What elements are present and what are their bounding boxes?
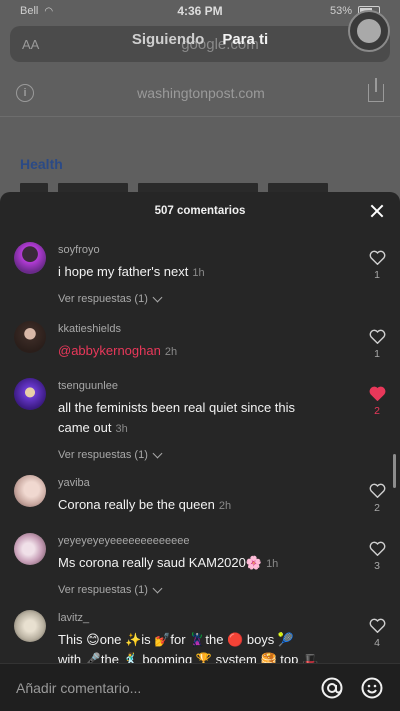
- chevron-down-icon: [152, 292, 163, 302]
- comment-text-line: all the feminists been real quiet since …: [58, 400, 296, 415]
- comment-username[interactable]: soyfroyo: [58, 244, 100, 256]
- heart-icon: [369, 483, 385, 498]
- like-count: 2: [374, 502, 380, 514]
- avatar[interactable]: [14, 533, 46, 565]
- comment-username[interactable]: lavitz_: [58, 612, 89, 624]
- like-button[interactable]: 2: [368, 483, 386, 514]
- comments-header: 507 comentarios: [0, 192, 400, 230]
- avatar[interactable]: [14, 321, 46, 353]
- like-button[interactable]: 2: [368, 386, 386, 417]
- scrollbar-thumb[interactable]: [393, 454, 396, 488]
- comment-time: 2h: [218, 500, 232, 512]
- comment-text: i hope my father's next: [58, 264, 189, 279]
- heart-icon: [369, 618, 385, 633]
- comment-text-wrap: all the feminists been real quiet since …: [58, 398, 358, 439]
- comment-time: 3h: [115, 423, 128, 435]
- comment-text: Corona really be the queen: [58, 497, 215, 512]
- comment-text-wrap: i hope my father's next 1h: [58, 262, 358, 283]
- view-replies-label: Ver respuestas (1): [58, 449, 148, 461]
- comments-sheet: 507 comentarios soyfroyo i hope my fathe…: [0, 192, 400, 711]
- floating-record-button[interactable]: [348, 10, 390, 52]
- avatar[interactable]: [14, 242, 46, 274]
- section-label: Health: [20, 156, 63, 172]
- battery-label: 53%: [329, 5, 352, 17]
- comment-username[interactable]: yeyeyeyeyeeeeeeeeeeeee: [58, 535, 190, 547]
- wifi-icon: ◠: [44, 5, 54, 17]
- comment-text-wrap: Ms corona really saud KAM2020🌸 1h: [58, 553, 358, 574]
- carrier-label: Bell: [20, 5, 39, 17]
- avatar[interactable]: [14, 378, 46, 410]
- comments-count-title: 507 comentarios: [154, 205, 246, 217]
- like-count: 2: [374, 405, 380, 417]
- view-replies-label: Ver respuestas (1): [58, 584, 148, 596]
- chevron-down-icon: [152, 448, 163, 458]
- like-button[interactable]: 1: [368, 329, 386, 360]
- close-icon[interactable]: [368, 202, 386, 220]
- avatar[interactable]: [14, 610, 46, 642]
- comment-text-line: This 😊one ✨is 💅for 🦹the 🔴 boys 🎾: [58, 632, 295, 647]
- comment-time: 1h: [192, 267, 205, 279]
- comment-text-wrap: @abbykernoghan 2h: [58, 341, 358, 362]
- comment-username[interactable]: yaviba: [58, 477, 90, 489]
- like-count: 4: [374, 637, 380, 649]
- like-button[interactable]: 4: [368, 618, 386, 649]
- heart-icon: [369, 329, 385, 344]
- comment-input-bar: [0, 663, 400, 711]
- divider: [0, 116, 400, 117]
- status-bar: Bell ◠ 4:36 PM 53%: [0, 0, 400, 22]
- avatar[interactable]: [14, 475, 46, 507]
- view-replies-label: Ver respuestas (1): [58, 293, 148, 305]
- like-count: 1: [374, 348, 380, 360]
- emoji-icon[interactable]: [360, 676, 384, 700]
- view-replies-button[interactable]: Ver respuestas (1): [58, 292, 163, 305]
- like-button[interactable]: 3: [368, 541, 386, 572]
- comment-text-line: came out: [58, 420, 112, 435]
- tab-for-you[interactable]: Para ti: [222, 31, 268, 48]
- mention-icon[interactable]: [320, 676, 344, 700]
- status-time: 4:36 PM: [177, 4, 223, 18]
- heart-icon: [369, 541, 385, 556]
- like-button[interactable]: 1: [368, 250, 386, 281]
- comment-mention[interactable]: @abbykernoghan: [58, 343, 161, 358]
- view-replies-button[interactable]: Ver respuestas (1): [58, 448, 163, 461]
- feed-tabs: Siguiendo Para ti: [0, 31, 400, 48]
- comment-input[interactable]: [16, 679, 304, 696]
- like-count: 1: [374, 269, 380, 281]
- comment-text: Ms corona really saud KAM2020🌸: [58, 555, 263, 570]
- comment-time: 1h: [266, 558, 279, 570]
- share-icon[interactable]: [368, 78, 384, 102]
- view-replies-button[interactable]: Ver respuestas (1): [58, 583, 163, 596]
- chevron-down-icon: [152, 583, 163, 593]
- heart-filled-icon: [369, 386, 385, 401]
- comment-time: 2h: [164, 346, 178, 358]
- comment-username[interactable]: kkatieshields: [58, 323, 121, 335]
- info-icon[interactable]: i: [16, 84, 34, 102]
- site-info-row: i washingtonpost.com: [0, 78, 400, 108]
- comment-text-wrap: Corona really be the queen 2h: [58, 495, 358, 516]
- site-url: washingtonpost.com: [137, 85, 265, 101]
- comment-username[interactable]: tsenguunlee: [58, 380, 118, 392]
- tab-following[interactable]: Siguiendo: [132, 31, 205, 48]
- like-count: 3: [374, 560, 380, 572]
- heart-icon: [369, 250, 385, 265]
